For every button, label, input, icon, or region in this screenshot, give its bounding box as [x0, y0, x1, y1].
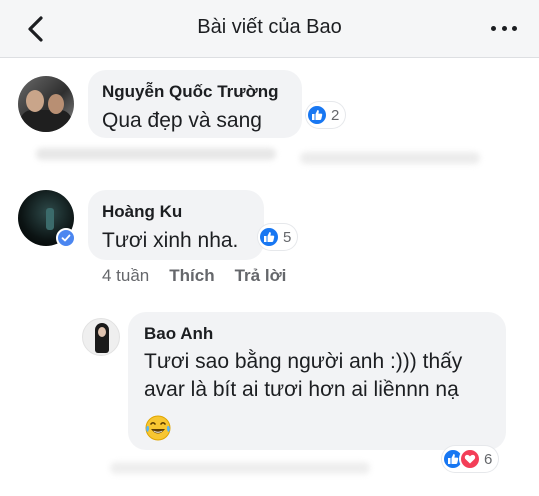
comment-timestamp[interactable]: 4 tuần	[102, 266, 149, 288]
reaction-count: 5	[283, 228, 292, 246]
reaction-count: 6	[484, 450, 493, 468]
avatar[interactable]	[18, 76, 74, 132]
blurred-content	[110, 462, 370, 474]
comment-author[interactable]: Nguyễn Quốc Trường	[102, 82, 278, 102]
comment-text: Qua đẹp và sang	[102, 109, 262, 132]
comment-actions: 4 tuần Thích Trả lời	[102, 266, 286, 288]
comment-text: Tươi xinh nha.	[102, 229, 239, 252]
comment-bubble[interactable]: Nguyễn Quốc Trường Qua đẹp và sang	[88, 70, 302, 138]
top-bar: Bài viết của Bao	[0, 0, 539, 58]
laughing-tears-emoji-icon	[145, 415, 171, 441]
page-title: Bài viết của Bao	[197, 16, 342, 38]
blurred-content	[36, 148, 276, 160]
like-reaction-icon	[258, 226, 280, 248]
reply-bubble[interactable]: Bao Anh Tươi sao bằng người anh :))) thấ…	[128, 312, 506, 450]
reaction-summary[interactable]: 5	[258, 224, 298, 250]
reply-button[interactable]: Trả lời	[235, 266, 287, 288]
comment-bubble[interactable]: Hoàng Ku Tươi xinh nha.	[88, 190, 264, 260]
like-button[interactable]: Thích	[169, 266, 214, 288]
reply-text: Tươi sao bằng người anh :))) thấy avar l…	[144, 350, 463, 401]
blurred-content	[300, 152, 480, 164]
verified-badge-icon	[56, 228, 76, 248]
comment-author[interactable]: Hoàng Ku	[102, 202, 182, 222]
reaction-summary[interactable]: 2	[306, 102, 346, 128]
reply-author[interactable]: Bao Anh	[144, 324, 213, 344]
love-reaction-icon	[459, 448, 481, 470]
reaction-summary[interactable]: 6	[442, 446, 499, 472]
more-options-icon[interactable]	[491, 18, 517, 38]
avatar[interactable]	[82, 318, 120, 356]
reaction-count: 2	[331, 106, 340, 124]
like-reaction-icon	[306, 104, 328, 126]
